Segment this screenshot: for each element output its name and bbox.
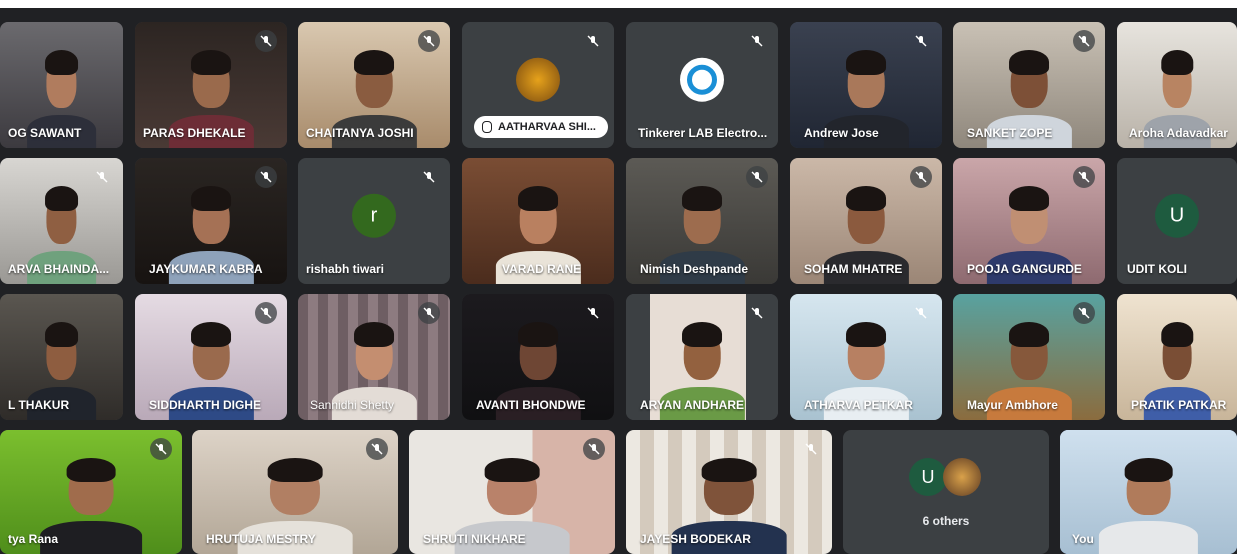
participant-name: PARAS DHEKALE xyxy=(143,126,246,140)
participant-tile[interactable]: CHAITANYA JOSHI xyxy=(298,22,450,148)
participant-name: Sannidhi Shetty xyxy=(310,398,395,412)
participant-name: Andrew Jose xyxy=(804,126,879,140)
participant-tile[interactable]: Tinkerer LAB Electro... xyxy=(626,22,778,148)
participant-tile[interactable]: VARAD RANE xyxy=(462,158,614,284)
participant-name: SHRUTI NIKHARE xyxy=(423,532,526,546)
participant-tile[interactable]: SIDDHARTH DIGHE xyxy=(135,294,287,420)
participant-name: CHAITANYA JOSHI xyxy=(306,126,414,140)
letter-avatar: U xyxy=(1155,193,1199,238)
participant-name: AATHARVAA SHI... xyxy=(498,121,596,133)
participant-name: You xyxy=(1072,532,1094,546)
participant-tile[interactable]: Sannidhi Shetty xyxy=(298,294,450,420)
participant-name: ARYAN ANDHARE xyxy=(640,398,745,412)
mic-off-icon xyxy=(583,438,605,460)
participant-tile[interactable]: OG SAWANT xyxy=(0,22,123,148)
participant-name: tya Rana xyxy=(8,532,59,546)
participant-name: OG SAWANT xyxy=(8,126,82,140)
profile-avatar xyxy=(516,57,560,102)
mic-off-icon xyxy=(910,30,932,52)
mic-off-icon xyxy=(746,30,768,52)
meeting-grid: OG SAWANT PARAS DHEKALE CHAITANYA JOSHI … xyxy=(0,8,1237,554)
participant-tile[interactable]: ARVA BHAINDA... xyxy=(0,158,123,284)
mic-off-icon xyxy=(418,166,440,188)
participant-tile[interactable]: SHRUTI NIKHARE xyxy=(409,430,615,554)
others-count: 6 others xyxy=(922,514,970,528)
participant-tile[interactable]: AVANTI BHONDWE xyxy=(462,294,614,420)
participant-tile[interactable]: U UDIT KOLI xyxy=(1117,158,1237,284)
participant-tile[interactable]: SOHAM MHATRE xyxy=(790,158,942,284)
participant-tile[interactable]: POOJA GANGURDE xyxy=(953,158,1105,284)
mic-off-icon xyxy=(746,166,768,188)
mic-off-icon xyxy=(746,302,768,324)
participant-name: SIDDHARTH DIGHE xyxy=(149,398,262,412)
participant-name: HRUTUJA MESTRY xyxy=(206,532,316,546)
mic-off-icon xyxy=(366,438,388,460)
participant-tile[interactable]: Aroha Adavadkar xyxy=(1117,22,1237,148)
profile-avatar xyxy=(943,458,981,496)
mic-off-icon xyxy=(255,166,277,188)
mic-off-icon xyxy=(418,30,440,52)
participant-tile[interactable]: tya Rana xyxy=(0,430,182,554)
participant-name: Tinkerer LAB Electro... xyxy=(638,126,768,140)
participant-name: UDIT KOLI xyxy=(1127,262,1187,276)
participant-name: JAYESH BODEKAR xyxy=(640,532,751,546)
participant-video xyxy=(1098,445,1199,554)
speaking-icon xyxy=(482,121,492,133)
participant-name: ATHARVA PETKAR xyxy=(804,398,913,412)
gear-logo-icon xyxy=(687,64,717,95)
mic-off-icon xyxy=(418,302,440,324)
participant-tile[interactable]: SANKET ZOPE xyxy=(953,22,1105,148)
mic-off-icon xyxy=(91,166,113,188)
participant-name: ARVA BHAINDA... xyxy=(8,262,110,276)
participant-name: Nimish Deshpande xyxy=(640,262,749,276)
participant-tile[interactable]: PARAS DHEKALE xyxy=(135,22,287,148)
participant-tile[interactable]: ATHARVA PETKAR xyxy=(790,294,942,420)
participant-tile[interactable]: r rishabh tiwari xyxy=(298,158,450,284)
mic-off-icon xyxy=(1073,302,1095,324)
mic-off-icon xyxy=(255,30,277,52)
participant-tile[interactable]: AATHARVAA SHI... xyxy=(462,22,614,148)
participant-name: SOHAM MHATRE xyxy=(804,262,903,276)
mic-off-icon xyxy=(150,438,172,460)
participant-name: SANKET ZOPE xyxy=(967,126,1053,140)
participant-name: Aroha Adavadkar xyxy=(1129,126,1228,140)
participant-tile[interactable]: PRATIK PATKAR xyxy=(1117,294,1237,420)
others-tile[interactable]: U 6 others xyxy=(843,430,1049,554)
participant-name: PRATIK PATKAR xyxy=(1131,398,1227,412)
participant-tile[interactable]: HRUTUJA MESTRY xyxy=(192,430,398,554)
participant-tile[interactable]: JAYESH BODEKAR xyxy=(626,430,832,554)
participant-name: AVANTI BHONDWE xyxy=(476,398,586,412)
others-avatars: U xyxy=(909,458,989,498)
participant-name: L THAKUR xyxy=(8,398,70,412)
mic-off-icon xyxy=(1073,30,1095,52)
participant-name: Mayur Ambhore xyxy=(967,398,1058,412)
participant-tile[interactable]: L THAKUR xyxy=(0,294,123,420)
mic-off-icon xyxy=(910,166,932,188)
participant-tile[interactable]: Nimish Deshpande xyxy=(626,158,778,284)
participant-tile[interactable]: Andrew Jose xyxy=(790,22,942,148)
self-tile[interactable]: You xyxy=(1060,430,1237,554)
name-pill: AATHARVAA SHI... xyxy=(474,116,608,138)
mic-off-icon xyxy=(910,302,932,324)
participant-name: VARAD RANE xyxy=(502,262,582,276)
letter-avatar: r xyxy=(352,193,396,238)
mic-off-icon xyxy=(582,30,604,52)
mic-off-icon xyxy=(255,302,277,324)
participant-tile[interactable]: ARYAN ANDHARE xyxy=(626,294,778,420)
letter-avatar: U xyxy=(909,458,947,496)
participant-tile[interactable]: Mayur Ambhore xyxy=(953,294,1105,420)
mic-off-icon xyxy=(582,302,604,324)
profile-avatar xyxy=(680,57,724,102)
mic-off-icon xyxy=(1073,166,1095,188)
mic-off-icon xyxy=(800,438,822,460)
participant-tile[interactable]: JAYKUMAR KABRA xyxy=(135,158,287,284)
participant-name: rishabh tiwari xyxy=(306,262,385,276)
participant-name: POOJA GANGURDE xyxy=(967,262,1082,276)
participant-name: JAYKUMAR KABRA xyxy=(149,262,263,276)
